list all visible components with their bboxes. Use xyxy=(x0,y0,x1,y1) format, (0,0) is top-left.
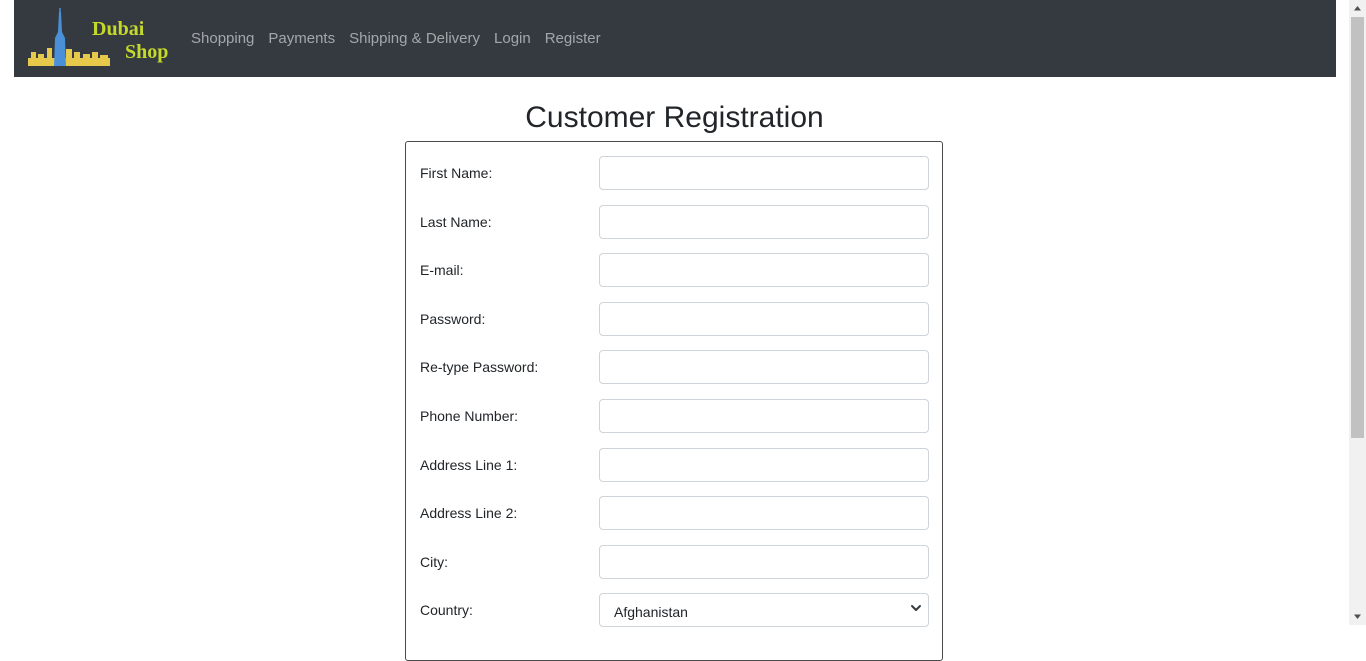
address-line2-label: Address Line 2: xyxy=(420,505,518,521)
nav-link-payments[interactable]: Payments xyxy=(261,29,342,49)
password-label: Password: xyxy=(420,311,486,327)
last-name-row: Last Name: xyxy=(406,205,942,239)
nav-links: Shopping Payments Shipping & Delivery Lo… xyxy=(184,29,608,49)
nav-link-register[interactable]: Register xyxy=(538,29,608,49)
nav-link-shopping[interactable]: Shopping xyxy=(184,29,261,49)
phone-number-input[interactable] xyxy=(599,399,929,433)
city-input[interactable] xyxy=(599,545,929,579)
phone-number-label: Phone Number: xyxy=(420,408,519,424)
email-label: E-mail: xyxy=(420,262,464,278)
address-line1-input[interactable] xyxy=(599,448,929,482)
top-navbar: Dubai Shop Shopping Payments Shipping & … xyxy=(14,0,1336,77)
city-row: City: xyxy=(406,545,942,579)
address-line2-row: Address Line 2: xyxy=(406,496,942,530)
country-selected-value: Afghanistan xyxy=(614,604,688,620)
nav-link-login[interactable]: Login xyxy=(487,29,538,49)
brand-name-line2: Shop xyxy=(125,41,169,63)
dubai-shop-logo[interactable]: Dubai Shop xyxy=(28,8,168,70)
last-name-input[interactable] xyxy=(599,205,929,239)
country-row: Country: Afghanistan xyxy=(406,593,942,627)
address-line1-row: Address Line 1: xyxy=(406,448,942,482)
vertical-scrollbar[interactable] xyxy=(1349,0,1366,625)
address-line2-input[interactable] xyxy=(599,496,929,530)
brand-name-line1: Dubai xyxy=(92,18,145,40)
last-name-label: Last Name: xyxy=(420,214,492,230)
address-line1-label: Address Line 1: xyxy=(420,457,518,473)
chevron-down-icon xyxy=(911,605,921,611)
retype-password-row: Re-type Password: xyxy=(406,350,942,384)
first-name-input[interactable] xyxy=(599,156,929,190)
phone-number-row: Phone Number: xyxy=(406,399,942,433)
password-row: Password: xyxy=(406,302,942,336)
first-name-label: First Name: xyxy=(420,165,493,181)
nav-link-shipping-delivery[interactable]: Shipping & Delivery xyxy=(342,29,487,49)
password-input[interactable] xyxy=(599,302,929,336)
city-label: City: xyxy=(420,554,448,570)
page-title: Customer Registration xyxy=(525,101,824,134)
email-row: E-mail: xyxy=(406,253,942,287)
scroll-up-arrow-icon[interactable] xyxy=(1349,0,1366,17)
email-input[interactable] xyxy=(599,253,929,287)
country-select[interactable]: Afghanistan xyxy=(599,593,929,627)
country-label: Country: xyxy=(420,602,473,618)
registration-form: First Name: Last Name: E-mail: Password:… xyxy=(405,141,943,661)
retype-password-input[interactable] xyxy=(599,350,929,384)
scroll-down-arrow-icon[interactable] xyxy=(1349,608,1366,625)
scrollbar-thumb[interactable] xyxy=(1351,17,1364,438)
retype-password-label: Re-type Password: xyxy=(420,359,539,375)
first-name-row: First Name: xyxy=(406,156,942,190)
